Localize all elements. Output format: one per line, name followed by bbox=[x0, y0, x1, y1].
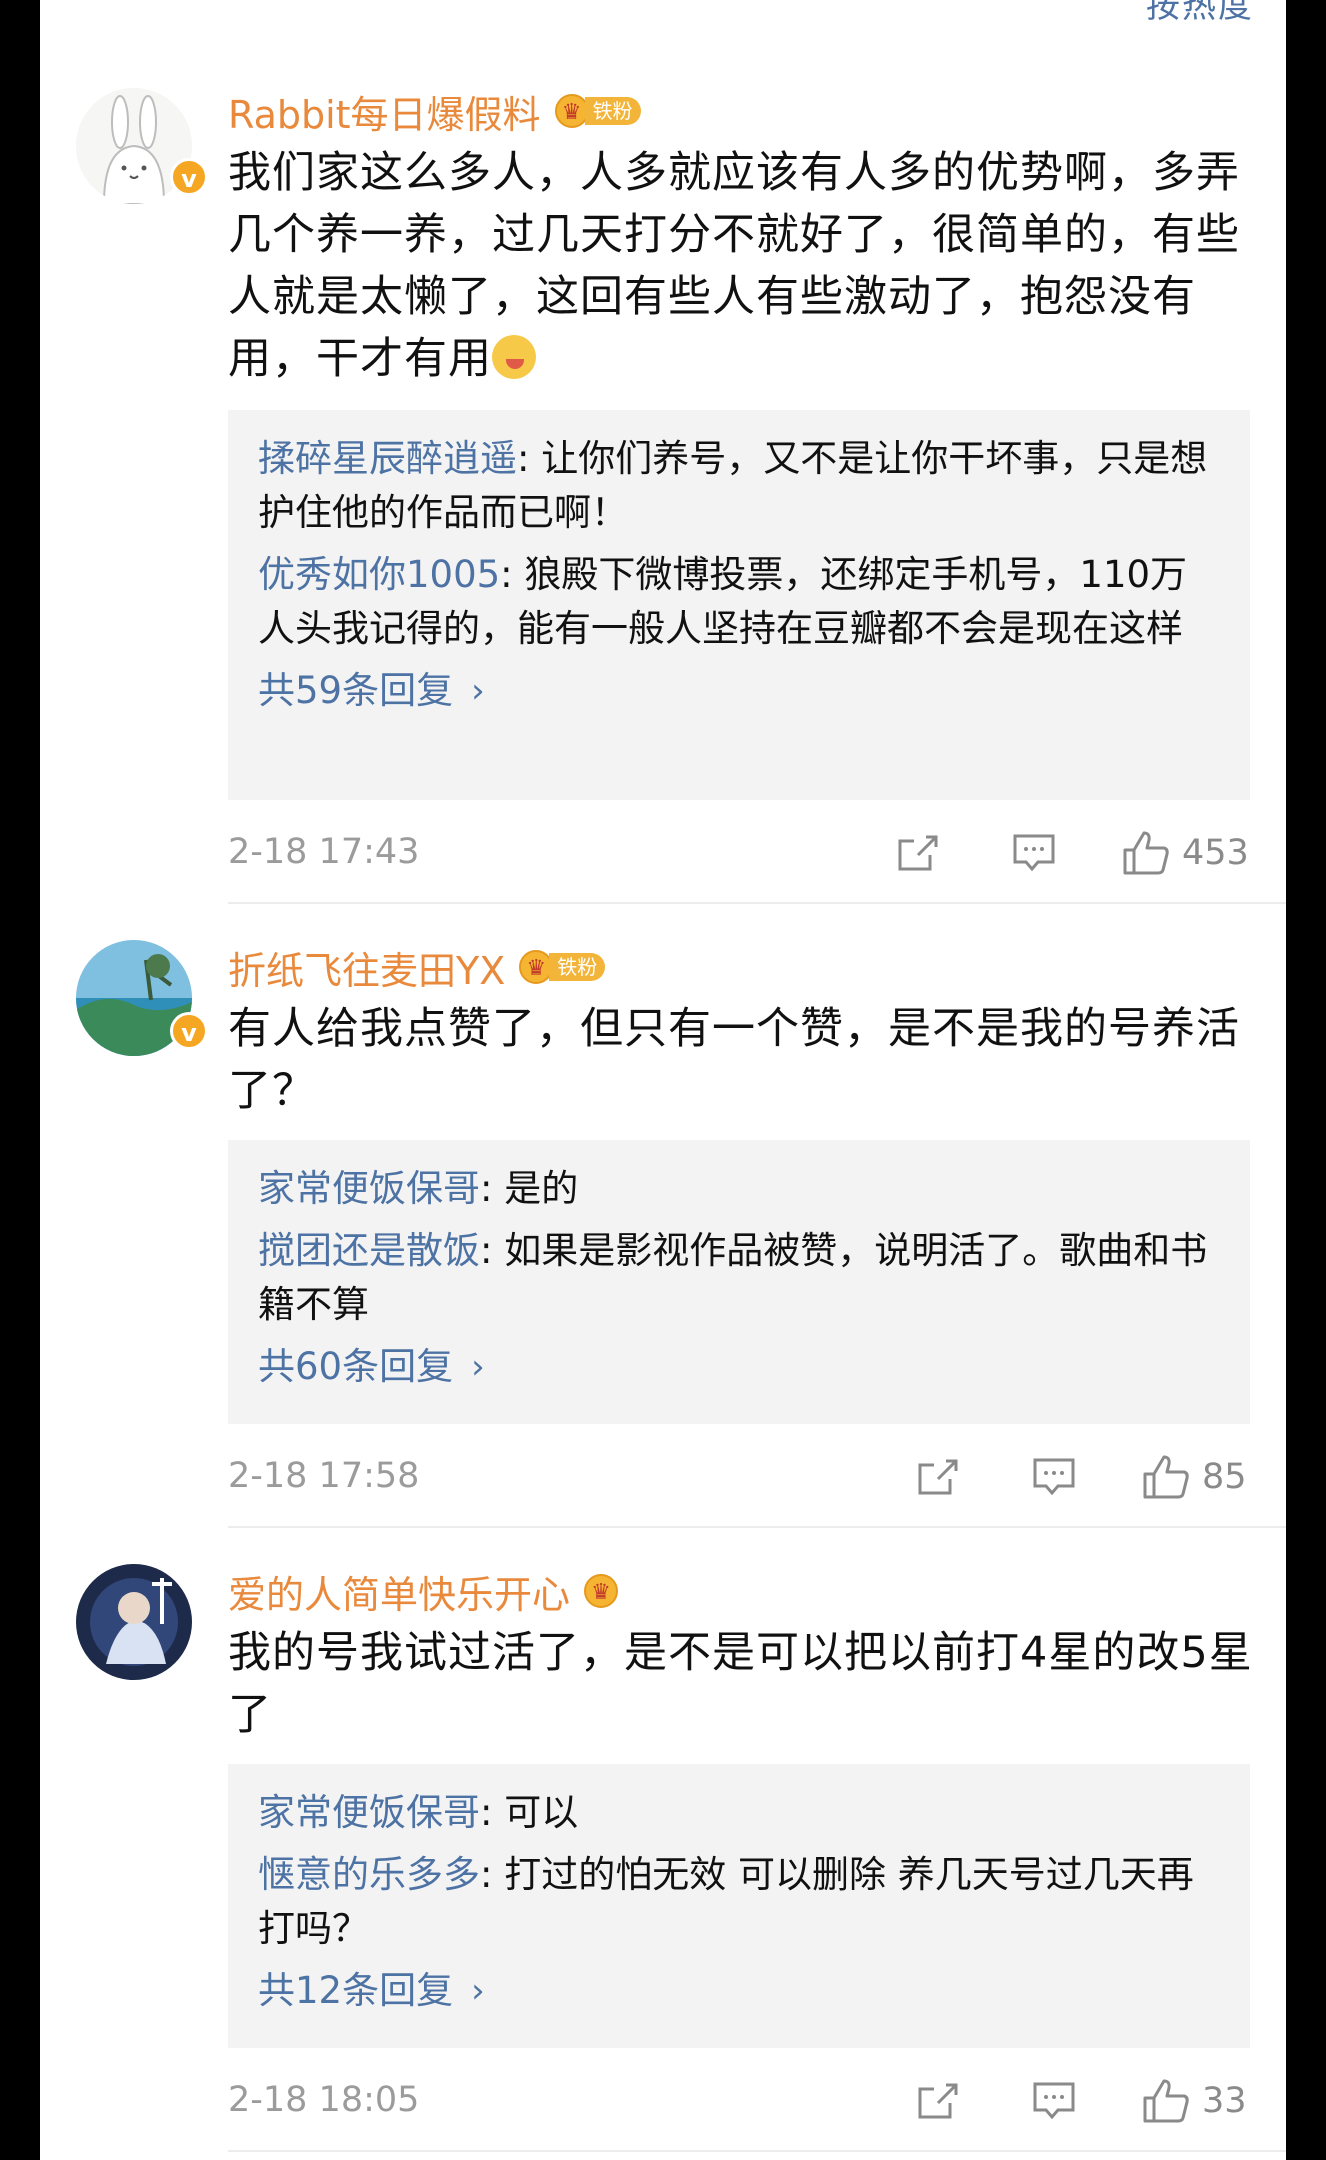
more-replies-link[interactable]: 共59条回复 › bbox=[258, 664, 485, 718]
comment-button[interactable] bbox=[1032, 1452, 1076, 1502]
share-button[interactable] bbox=[916, 1452, 960, 1502]
reply-separator: : bbox=[480, 1229, 505, 1272]
reply-separator: : bbox=[480, 1853, 505, 1896]
comment-icon bbox=[1033, 2082, 1075, 2120]
reply-author[interactable]: 家常便饭保哥 bbox=[258, 1791, 480, 1834]
fan-badge: ♛ 铁粉 bbox=[519, 950, 606, 984]
thumbs-up-icon bbox=[1143, 2079, 1189, 2123]
reply-item: 优秀如你1005: 狼殿下微博投票，还绑定手机号，110万人头我记得的，能有一般… bbox=[258, 548, 1220, 656]
reply-box[interactable]: 揉碎星辰醉逍遥: 让你们养号，又不是让你干坏事，只是想护住他的作品而已啊！ 优秀… bbox=[228, 410, 1250, 800]
fan-badge: ♛ 铁粉 bbox=[554, 94, 641, 128]
reply-item: 家常便饭保哥: 可以 bbox=[258, 1786, 1220, 1840]
more-replies-link[interactable]: 共12条回复 › bbox=[258, 1964, 485, 2018]
fan-badge-label: 铁粉 bbox=[584, 97, 641, 125]
user-row: 爱的人简单快乐开心 ♛ bbox=[228, 1564, 619, 1619]
share-icon bbox=[918, 2083, 958, 2119]
reply-author[interactable]: 搅团还是散饭 bbox=[258, 1229, 480, 1272]
comment-text: 我的号我试过活了，是不是可以把以前打4星的改5星了 bbox=[228, 1628, 1253, 1740]
reply-author[interactable]: 家常便饭保哥 bbox=[258, 1167, 480, 1210]
sort-hot-label[interactable]: 按热度 bbox=[1146, 0, 1254, 27]
username[interactable]: Rabbit每日爆假料 bbox=[228, 84, 541, 139]
comment-time: 2-18 17:58 bbox=[228, 1456, 420, 1496]
comment-button[interactable] bbox=[1012, 828, 1056, 878]
like-button[interactable]: 85 bbox=[1142, 1452, 1247, 1502]
more-replies-link[interactable]: 共60条回复 › bbox=[258, 1340, 485, 1394]
reply-item: 搅团还是散饭: 如果是影视作品被赞，说明活了。歌曲和书籍不算 bbox=[258, 1224, 1220, 1332]
chevron-right-icon: › bbox=[471, 1347, 485, 1387]
avatar[interactable] bbox=[76, 1564, 192, 1680]
reply-item: 惬意的乐多多: 打过的怕无效 可以删除 养几天号过几天再打吗？ bbox=[258, 1848, 1220, 1956]
comment-icon bbox=[1013, 834, 1055, 872]
like-count: 85 bbox=[1202, 1457, 1247, 1497]
comment-time: 2-18 17:43 bbox=[228, 832, 420, 872]
user-row: Rabbit每日爆假料 ♛ 铁粉 bbox=[228, 84, 641, 139]
comment-meta: 2-18 17:58 85 bbox=[228, 1452, 1250, 1502]
reply-author[interactable]: 惬意的乐多多 bbox=[258, 1853, 480, 1896]
reply-separator: : bbox=[480, 1791, 505, 1834]
reply-author[interactable]: 揉碎星辰醉逍遥 bbox=[258, 437, 517, 480]
verified-badge-icon: v bbox=[170, 1012, 208, 1050]
comment-meta: 2-18 17:43 453 bbox=[228, 828, 1250, 878]
verified-badge-icon: v bbox=[170, 158, 208, 196]
reply-item: 家常便饭保哥: 是的 bbox=[258, 1162, 1220, 1216]
reply-text: 是的 bbox=[504, 1167, 579, 1210]
reply-separator: : bbox=[500, 553, 525, 596]
crown-icon: ♛ bbox=[519, 950, 554, 984]
comment-time: 2-18 18:05 bbox=[228, 2080, 420, 2120]
reply-separator: : bbox=[480, 1167, 505, 1210]
like-count: 453 bbox=[1182, 833, 1249, 873]
thumbs-up-icon bbox=[1143, 1455, 1189, 1499]
comment-icon bbox=[1033, 1458, 1075, 1496]
comment-button[interactable] bbox=[1032, 2076, 1076, 2126]
reply-box[interactable]: 家常便饭保哥: 是的 搅团还是散饭: 如果是影视作品被赞，说明活了。歌曲和书籍不… bbox=[228, 1140, 1250, 1424]
chevron-right-icon: › bbox=[471, 671, 485, 711]
divider bbox=[228, 902, 1286, 904]
comment-text-content: 我们家这么多人，人多就应该有人多的优势啊，多弄几个养一养，过几天打分不就好了，很… bbox=[228, 148, 1240, 384]
more-replies-label: 共60条回复 bbox=[258, 1345, 454, 1388]
divider bbox=[228, 1526, 1286, 1528]
share-button[interactable] bbox=[916, 2076, 960, 2126]
comment-text: 有人给我点赞了，但只有一个赞，是不是我的号养活了？ bbox=[228, 1004, 1240, 1116]
crown-icon: ♛ bbox=[554, 94, 589, 128]
fan-badge-label: 铁粉 bbox=[549, 953, 606, 981]
crown-icon: ♛ bbox=[584, 1574, 619, 1608]
username[interactable]: 爱的人简单快乐开心 bbox=[228, 1564, 570, 1619]
reply-box[interactable]: 家常便饭保哥: 可以 惬意的乐多多: 打过的怕无效 可以删除 养几天号过几天再打… bbox=[228, 1764, 1250, 2048]
reply-author[interactable]: 优秀如你1005 bbox=[258, 553, 500, 596]
reply-separator: : bbox=[517, 437, 542, 480]
share-icon bbox=[898, 835, 938, 871]
reply-item: 揉碎星辰醉逍遥: 让你们养号，又不是让你干坏事，只是想护住他的作品而已啊！ bbox=[258, 432, 1220, 540]
share-icon bbox=[918, 1459, 958, 1495]
share-button[interactable] bbox=[896, 828, 940, 878]
user-row: 折纸飞往麦田YX ♛ 铁粉 bbox=[228, 940, 606, 995]
like-button[interactable]: 453 bbox=[1122, 828, 1249, 878]
fan-badge: ♛ bbox=[584, 1574, 619, 1608]
comment-meta: 2-18 18:05 33 bbox=[228, 2076, 1250, 2126]
chevron-right-icon: › bbox=[471, 1971, 485, 2011]
divider bbox=[228, 2150, 1286, 2152]
comment-text: 我们家这么多人，人多就应该有人多的优势啊，多弄几个养一养，过几天打分不就好了，很… bbox=[228, 142, 1258, 390]
tongue-face-emoji-icon bbox=[492, 335, 536, 379]
more-replies-label: 共12条回复 bbox=[258, 1969, 454, 2012]
like-count: 33 bbox=[1202, 2081, 1247, 2121]
username[interactable]: 折纸飞往麦田YX bbox=[228, 940, 505, 995]
like-button[interactable]: 33 bbox=[1142, 2076, 1247, 2126]
reply-text: 可以 bbox=[504, 1791, 579, 1834]
comment-feed: 按热度 v Rabbit每日爆假料 ♛ 铁粉 我们家这么多人，人多就应该有人多的… bbox=[40, 0, 1286, 2160]
thumbs-up-icon bbox=[1123, 831, 1169, 875]
more-replies-label: 共59条回复 bbox=[258, 669, 454, 712]
